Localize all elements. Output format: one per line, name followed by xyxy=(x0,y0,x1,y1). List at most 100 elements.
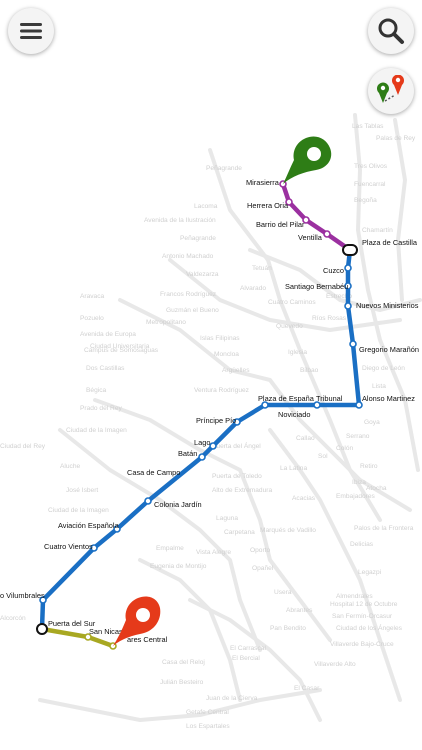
svg-text:Hospital 12 de Octubre: Hospital 12 de Octubre xyxy=(330,601,398,608)
station-ventilla[interactable] xyxy=(323,230,331,238)
svg-text:Lista: Lista xyxy=(372,383,386,390)
route-planner-button[interactable] xyxy=(368,68,414,114)
menu-button[interactable] xyxy=(8,8,54,54)
svg-text:Callao: Callao xyxy=(296,435,315,442)
svg-text:Palas de Rey: Palas de Rey xyxy=(376,135,416,142)
svg-text:El Carrascal: El Carrascal xyxy=(230,645,266,652)
label-pinares-central: ares Central xyxy=(127,635,168,644)
svg-text:Almendrales: Almendrales xyxy=(336,593,373,600)
label-vilumbrales: o Vilumbrales xyxy=(0,591,45,600)
label-lago: Lago xyxy=(194,438,210,447)
svg-text:Alcorcón: Alcorcón xyxy=(0,615,26,622)
svg-text:Chamartín: Chamartín xyxy=(362,227,393,234)
svg-text:Fuencarral: Fuencarral xyxy=(354,181,386,188)
label-cuatro-vientos: Cuatro Vientos xyxy=(44,542,93,551)
svg-text:Bégica: Bégica xyxy=(86,387,106,394)
svg-text:Los Espartales: Los Espartales xyxy=(186,723,230,730)
svg-text:Palos de la Frontera: Palos de la Frontera xyxy=(354,525,414,532)
svg-text:La Latina: La Latina xyxy=(280,465,307,472)
svg-text:Ríos Rosas: Ríos Rosas xyxy=(312,315,347,322)
svg-text:Ciudad de la Imagen: Ciudad de la Imagen xyxy=(48,507,109,514)
label-aviacion-espanola: Aviación Española xyxy=(58,521,120,530)
hamburger-menu-icon xyxy=(20,23,42,39)
svg-text:Diego de León: Diego de León xyxy=(362,365,405,372)
label-barrio-del-pilar: Barrio del Pilar xyxy=(256,220,305,229)
label-mirasierra: Mirasierra xyxy=(246,178,280,187)
metro-route-map[interactable]: Las Tablas Palas de Rey Tres Olivos Fuen… xyxy=(0,0,422,750)
svg-text:Pan Bendito: Pan Bendito xyxy=(270,625,306,632)
svg-text:Casa del Reloj: Casa del Reloj xyxy=(162,659,205,666)
svg-text:Juan de la Cierva: Juan de la Cierva xyxy=(206,695,258,702)
svg-text:Acacias: Acacias xyxy=(292,495,316,502)
svg-text:Empalme: Empalme xyxy=(156,545,184,552)
label-alonso-martinez: Alonso Martinez xyxy=(362,394,415,403)
svg-text:Usera: Usera xyxy=(274,589,292,596)
label-tribunal: Tribunal xyxy=(316,394,343,403)
svg-text:Oporto: Oporto xyxy=(250,547,270,554)
svg-text:Tres Olivos: Tres Olivos xyxy=(354,163,388,170)
origin-pin-icon[interactable] xyxy=(283,136,332,184)
station-gregorio-maranon[interactable] xyxy=(349,340,357,348)
station-cuzco[interactable] xyxy=(344,264,352,272)
svg-text:Eugenia de Montijo: Eugenia de Montijo xyxy=(150,563,207,570)
svg-text:José Isbert: José Isbert xyxy=(66,487,98,494)
svg-text:Retiro: Retiro xyxy=(360,463,378,470)
svg-text:Alto de Extremadura: Alto de Extremadura xyxy=(212,487,272,494)
svg-text:Avenida de la Ilustración: Avenida de la Ilustración xyxy=(144,217,216,224)
route-stations xyxy=(36,180,363,650)
magnifier-icon xyxy=(378,18,404,44)
svg-text:Francos Rodríguez: Francos Rodríguez xyxy=(160,291,216,298)
svg-text:Las Tablas: Las Tablas xyxy=(352,123,384,130)
svg-text:Prado del Rey: Prado del Rey xyxy=(80,405,122,412)
svg-text:Tetuán: Tetuán xyxy=(252,265,272,272)
svg-text:Vista Alegre: Vista Alegre xyxy=(196,549,231,556)
svg-text:El Casar: El Casar xyxy=(294,685,320,692)
station-plaza-de-castilla-interchange[interactable] xyxy=(342,244,358,256)
svg-text:Cuatro Caminos: Cuatro Caminos xyxy=(268,299,316,306)
label-santiago-bernabeu: Santiago Bernabéu xyxy=(285,282,348,291)
svg-text:Peñagrande: Peñagrande xyxy=(180,235,216,242)
station-nuevos-ministerios[interactable] xyxy=(344,302,352,310)
svg-text:Campus de Somosaguas: Campus de Somosaguas xyxy=(84,347,159,354)
label-cuzco: Cuzco xyxy=(323,266,344,275)
svg-text:Legazpi: Legazpi xyxy=(358,569,382,576)
svg-text:Ciudad de los Ángeles: Ciudad de los Ángeles xyxy=(336,623,403,632)
label-noviciado: Noviciado xyxy=(278,410,310,419)
svg-text:Ciudad de la Imagen: Ciudad de la Imagen xyxy=(66,427,127,434)
station-colonia-jardin[interactable] xyxy=(144,497,152,505)
svg-text:Ibiza: Ibiza xyxy=(352,479,366,486)
svg-text:Ciudad del Rey: Ciudad del Rey xyxy=(0,443,46,450)
label-principe-pio: Príncipe Pío xyxy=(196,416,236,425)
svg-text:Begoña: Begoña xyxy=(354,197,377,204)
svg-text:Abrantes: Abrantes xyxy=(286,607,313,614)
svg-text:Iglesia: Iglesia xyxy=(288,349,307,356)
svg-text:Quevedo: Quevedo xyxy=(276,323,303,330)
svg-text:Metropolitano: Metropolitano xyxy=(146,319,186,326)
label-casa-de-campo: Casa de Campo xyxy=(127,468,180,477)
svg-text:Puerta de Toledo: Puerta de Toledo xyxy=(212,473,262,480)
svg-text:Getafe Central: Getafe Central xyxy=(186,709,229,716)
svg-text:Avenida de Europa: Avenida de Europa xyxy=(80,331,136,338)
svg-text:Delicias: Delicias xyxy=(350,541,374,548)
svg-text:Carpetana: Carpetana xyxy=(224,529,255,536)
svg-text:Islas Filipinas: Islas Filipinas xyxy=(200,335,240,342)
svg-text:Goya: Goya xyxy=(364,419,380,426)
svg-text:Julián Besteiro: Julián Besteiro xyxy=(160,679,204,686)
svg-text:Atocha: Atocha xyxy=(366,485,387,492)
svg-text:Embajadores: Embajadores xyxy=(336,493,376,500)
station-batan[interactable] xyxy=(198,453,206,461)
station-puerta-del-sur-interchange[interactable] xyxy=(36,623,48,635)
label-plaza-de-espana: Plaza de España xyxy=(258,394,315,403)
label-gregorio-maranon: Gregorio Marañón xyxy=(359,345,419,354)
origin-destination-pins-icon xyxy=(377,75,404,103)
svg-text:Villaverde Alto: Villaverde Alto xyxy=(314,661,356,668)
svg-text:Villaverde Bajo-Cruce: Villaverde Bajo-Cruce xyxy=(330,641,394,648)
svg-text:Peñagrande: Peñagrande xyxy=(206,165,242,172)
svg-text:Antonio Machado: Antonio Machado xyxy=(162,253,214,260)
label-nuevos-ministerios: Nuevos Ministerios xyxy=(356,301,419,310)
label-batan: Batán xyxy=(178,449,197,458)
svg-text:Opañel: Opañel xyxy=(252,565,274,572)
svg-text:Guzmán el Bueno: Guzmán el Bueno xyxy=(166,307,219,314)
search-button[interactable] xyxy=(368,8,414,54)
station-lago[interactable] xyxy=(209,442,217,450)
